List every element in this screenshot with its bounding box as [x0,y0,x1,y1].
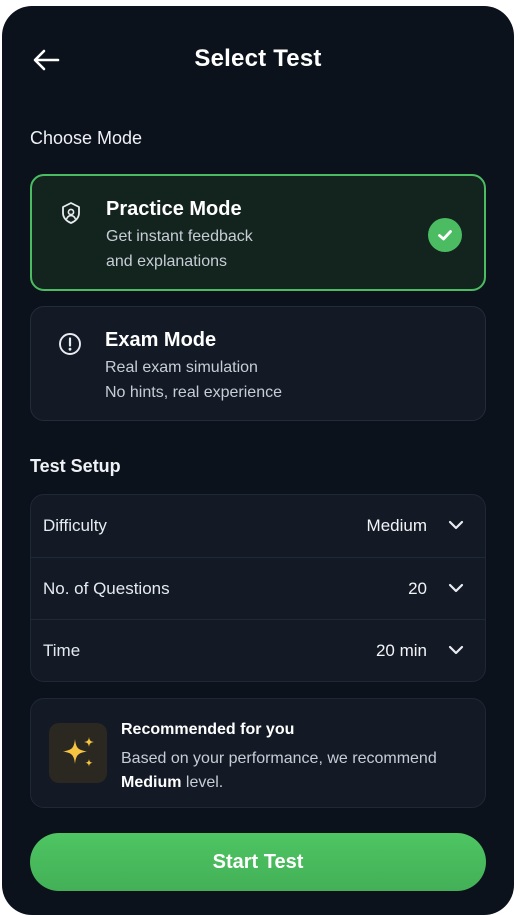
recommendation-highlight: Medium [121,774,182,791]
choose-mode-label: Choose Mode [30,128,143,148]
recommendation-card: Recommended for you Based on your perfor… [30,698,486,808]
practice-mode-desc-1: Get instant feedback [106,228,253,245]
test-setup-label: Test Setup [30,456,121,476]
difficulty-value: Medium [366,516,427,535]
recommendation-text-prefix: Based on your performance, we recommend [121,750,437,767]
time-select[interactable]: Time 20 min [31,619,485,681]
page-title: Select Test [194,45,322,72]
start-test-button[interactable]: Start Test [30,833,486,891]
exclamation-circle-icon [57,331,83,357]
recommendation-title: Recommended for you [121,721,295,738]
questions-label: No. of Questions [43,579,170,598]
questions-value: 20 [408,579,427,598]
time-value: 20 min [375,641,427,660]
chevron-down-icon [447,581,465,595]
time-label: Time [43,641,81,660]
recommendation-text: Based on your performance, we recommend … [121,747,461,795]
exam-mode-card[interactable]: Exam Mode Real exam simulation No hints,… [30,306,486,421]
difficulty-select[interactable]: Difficulty Medium [31,495,485,557]
selected-check-icon [428,218,462,252]
exam-mode-title: Exam Mode [105,329,217,351]
difficulty-label: Difficulty [43,516,107,535]
header: Select Test [2,6,514,116]
app-screen: Select Test Choose Mode Practice Mode Ge… [2,6,514,915]
practice-mode-desc-2: and explanations [106,253,227,270]
shield-person-icon [58,200,84,226]
exam-mode-desc-2: No hints, real experience [105,384,282,401]
practice-mode-card[interactable]: Practice Mode Get instant feedback and e… [30,174,486,291]
practice-mode-title: Practice Mode [106,198,242,220]
test-setup-card: Difficulty Medium No. of Questions 20 Ti… [30,494,486,682]
chevron-down-icon [447,643,465,657]
sparkle-icon [49,723,107,783]
exam-mode-desc-1: Real exam simulation [105,359,258,376]
recommendation-text-suffix: level. [181,774,224,791]
chevron-down-icon [447,518,465,532]
questions-select[interactable]: No. of Questions 20 [31,557,485,619]
